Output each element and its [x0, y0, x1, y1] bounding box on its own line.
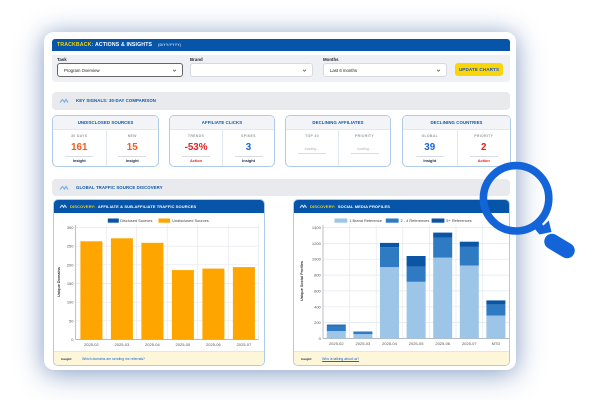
- svg-text:100: 100: [67, 300, 74, 305]
- svg-text:2025-04: 2025-04: [145, 342, 160, 347]
- svg-text:800: 800: [314, 273, 321, 278]
- svg-text:2025-05: 2025-05: [176, 342, 191, 347]
- svg-text:Disclosed Sources: Disclosed Sources: [120, 218, 152, 223]
- svg-text:2025-07: 2025-07: [237, 342, 252, 347]
- svg-text:0: 0: [71, 337, 74, 342]
- svg-text:2025-05: 2025-05: [409, 341, 424, 346]
- svg-text:2025-04: 2025-04: [382, 341, 397, 346]
- svg-text:250: 250: [67, 244, 74, 249]
- svg-text:Undisclosed Sources: Undisclosed Sources: [172, 218, 209, 223]
- svg-text:2025-02: 2025-02: [84, 342, 99, 347]
- svg-text:2 - 4 References: 2 - 4 References: [401, 218, 430, 223]
- svg-text:600: 600: [314, 288, 321, 293]
- svg-text:2025-03: 2025-03: [356, 341, 371, 346]
- svg-text:2025-06: 2025-06: [206, 342, 221, 347]
- svg-text:200: 200: [67, 262, 74, 267]
- svg-text:Unique Domains: Unique Domains: [57, 267, 61, 297]
- svg-text:0: 0: [319, 336, 322, 341]
- svg-text:2025-06: 2025-06: [435, 341, 450, 346]
- svg-text:Unique Social Profiles: Unique Social Profiles: [300, 261, 304, 301]
- svg-text:1 Brand Reference: 1 Brand Reference: [349, 218, 382, 223]
- svg-text:200: 200: [314, 320, 321, 325]
- svg-text:1000: 1000: [312, 257, 322, 262]
- svg-text:1200: 1200: [312, 241, 322, 246]
- svg-text:50: 50: [69, 318, 74, 323]
- svg-text:2025-07: 2025-07: [462, 341, 477, 346]
- svg-text:2025-02: 2025-02: [329, 341, 344, 346]
- svg-text:1400: 1400: [312, 225, 322, 230]
- svg-text:300: 300: [67, 225, 74, 230]
- svg-text:150: 150: [67, 281, 74, 286]
- svg-text:MTD: MTD: [492, 341, 501, 346]
- svg-text:2025-03: 2025-03: [115, 342, 130, 347]
- svg-text:400: 400: [314, 304, 321, 309]
